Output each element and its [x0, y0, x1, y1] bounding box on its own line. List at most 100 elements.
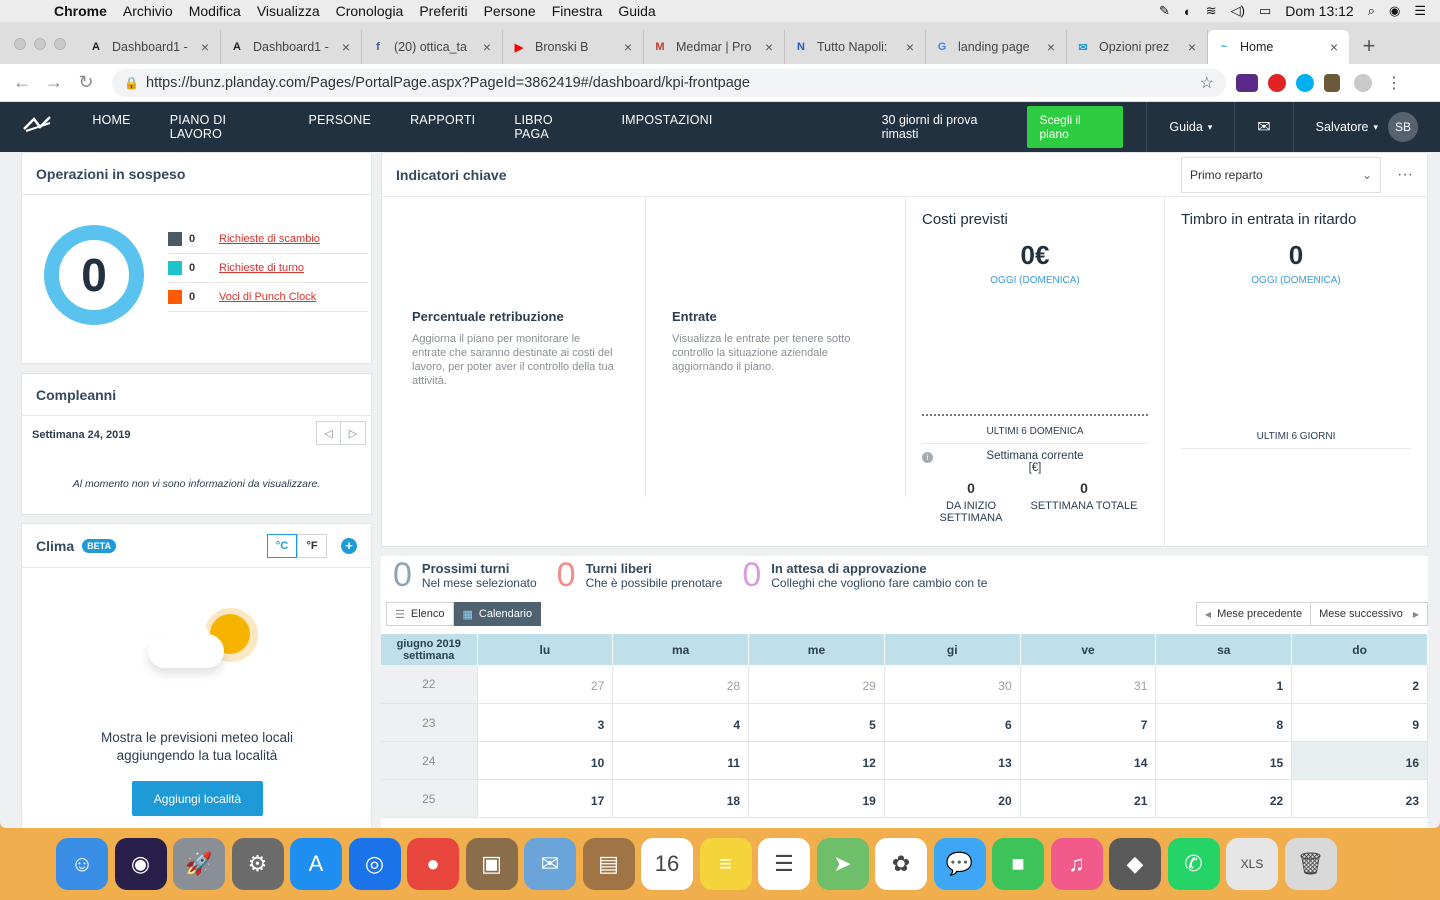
browser-tab[interactable]: f (20) ottica_ta ×: [362, 30, 503, 64]
launchpad-dock-icon[interactable]: 🚀: [173, 838, 225, 890]
calendar-day-cell[interactable]: 9: [1291, 703, 1428, 742]
calendar-day-cell[interactable]: 5: [748, 703, 885, 742]
browser-tab[interactable]: Glanding page ×: [926, 30, 1067, 64]
forward-icon[interactable]: →: [38, 72, 70, 93]
menu-finestra[interactable]: Finestra: [552, 3, 603, 19]
nav-item[interactable]: HOME: [92, 113, 130, 141]
siri-dock-icon[interactable]: ◉: [114, 838, 167, 890]
choose-plan-button[interactable]: Scegli il piano: [1027, 106, 1124, 148]
address-bar[interactable]: 🔒 https://bunz.planday.com/Pages/PortalP…: [112, 68, 1226, 97]
reminders-dock-icon[interactable]: ☰: [758, 838, 810, 890]
new-tab-button[interactable]: +: [1349, 30, 1389, 64]
browser-tab[interactable]: ▶ Bronski B ×: [503, 30, 644, 64]
preview-dock-icon[interactable]: ▣: [465, 838, 518, 890]
calendar-day-cell[interactable]: 16: [1291, 741, 1428, 780]
calendar-day-cell[interactable]: 30: [884, 665, 1021, 704]
menu-preferiti[interactable]: Preferiti: [419, 3, 467, 19]
app-store-dock-icon[interactable]: A: [290, 838, 342, 890]
calendar-day-cell[interactable]: 21: [1020, 779, 1157, 818]
close-tab-icon[interactable]: ×: [198, 39, 212, 55]
extension-icon[interactable]: [1236, 73, 1258, 92]
maps-dock-icon[interactable]: ➤: [816, 838, 869, 890]
chrome-dock-icon[interactable]: ●: [407, 838, 459, 890]
opera-extension-icon[interactable]: [1268, 73, 1286, 92]
contrast-icon[interactable]: ◐: [1184, 4, 1192, 19]
nav-item[interactable]: IMPOSTAZIONI: [622, 113, 713, 141]
spotlight-search-icon[interactable]: ⌕: [1368, 3, 1375, 19]
prev-week-button[interactable]: ◁: [316, 421, 341, 445]
calendar-day-cell[interactable]: 7: [1020, 703, 1157, 742]
more-options-icon[interactable]: ···: [1397, 166, 1413, 184]
nav-item[interactable]: PIANO DI LAVORO: [170, 113, 270, 141]
trash-dock-icon[interactable]: 🗑: [1284, 838, 1337, 890]
calendar-day-cell[interactable]: 15: [1155, 741, 1293, 780]
xls-file-dock-icon[interactable]: XLS: [1226, 838, 1278, 890]
close-tab-icon[interactable]: ×: [762, 39, 776, 55]
pending-link[interactable]: Richieste di scambio: [219, 233, 320, 245]
reload-icon[interactable]: ↻: [70, 72, 102, 93]
browser-tab[interactable]: A Dashboard1 - ×: [221, 30, 362, 64]
close-tab-icon[interactable]: ×: [339, 39, 353, 55]
tableplus-dock-icon[interactable]: ◆: [1109, 838, 1161, 890]
calendar-day-cell[interactable]: 13: [884, 741, 1021, 780]
calendar-day-cell[interactable]: 17: [477, 779, 614, 818]
bookmark-star-icon[interactable]: ☆: [1200, 73, 1214, 93]
pending-link[interactable]: Richieste di turno: [219, 262, 304, 274]
profile-icon[interactable]: [1354, 73, 1372, 92]
system-preferences-dock-icon[interactable]: ⚙: [231, 838, 284, 890]
menu-visualizza[interactable]: Visualizza: [257, 3, 320, 19]
calendar-day-cell[interactable]: 31: [1020, 665, 1157, 704]
safari-dock-icon[interactable]: ◎: [348, 838, 401, 890]
close-tab-icon[interactable]: ×: [903, 39, 917, 55]
add-location-button[interactable]: Aggiungi località: [132, 781, 263, 816]
notes-dock-icon[interactable]: ≡: [699, 838, 752, 890]
close-tab-icon[interactable]: ×: [1185, 39, 1199, 55]
calendar-day-cell[interactable]: 27: [477, 665, 614, 704]
calendar-day-cell[interactable]: 1: [1155, 665, 1293, 704]
skype-extension-icon[interactable]: [1296, 73, 1314, 92]
finder-dock-icon[interactable]: ☺: [56, 838, 108, 890]
pending-link[interactable]: Voci di Punch Clock: [219, 291, 316, 303]
info-icon[interactable]: i: [922, 452, 933, 463]
calendar-view-button[interactable]: ▦ Calendario: [453, 602, 542, 626]
celsius-button[interactable]: °C: [267, 533, 297, 558]
list-view-button[interactable]: ☰ Elenco: [386, 602, 454, 626]
zoom-window-button[interactable]: [54, 38, 66, 50]
calendar-day-cell[interactable]: 3: [477, 703, 614, 742]
minimize-window-button[interactable]: [34, 38, 46, 50]
calendar-day-cell[interactable]: 19: [748, 779, 885, 818]
calendar-day-cell[interactable]: 29: [748, 665, 885, 704]
photos-dock-icon[interactable]: ✿: [875, 838, 927, 890]
calendar-day-cell[interactable]: 28: [612, 665, 750, 704]
chrome-menu-icon[interactable]: ⋮: [1386, 73, 1402, 93]
back-icon[interactable]: ←: [6, 72, 38, 93]
whatsapp-dock-icon[interactable]: ✆: [1167, 838, 1220, 890]
browser-tab[interactable]: ✉ Opzioni prez ×: [1067, 30, 1208, 64]
messages-icon[interactable]: ✉: [1235, 102, 1292, 152]
battery-icon[interactable]: ▭: [1259, 3, 1271, 19]
calendar-day-cell[interactable]: 11: [612, 741, 750, 780]
nav-item[interactable]: LIBRO PAGA: [514, 113, 582, 141]
wifi-icon[interactable]: ≋: [1206, 3, 1217, 19]
menu-chrome[interactable]: Chrome: [54, 3, 107, 19]
close-tab-icon[interactable]: ×: [1044, 39, 1058, 55]
user-menu[interactable]: Salvatore ▾ SB: [1294, 102, 1440, 152]
calendar-day-cell[interactable]: 10: [477, 741, 614, 780]
calendar-day-cell[interactable]: 22: [1155, 779, 1293, 818]
close-window-button[interactable]: [14, 38, 26, 50]
volume-icon[interactable]: ◁): [1231, 3, 1245, 19]
calendar-dock-icon[interactable]: 16: [641, 838, 693, 890]
help-menu[interactable]: Guida ▾: [1147, 102, 1234, 152]
notification-center-icon[interactable]: ☰: [1414, 3, 1426, 19]
calendar-day-cell[interactable]: 6: [884, 703, 1021, 742]
calendar-day-cell[interactable]: 18: [612, 779, 750, 818]
calendar-day-cell[interactable]: 14: [1020, 741, 1157, 780]
contacts-dock-icon[interactable]: ▤: [582, 838, 635, 890]
department-select[interactable]: Primo reparto ⌄: [1181, 156, 1382, 193]
calendar-day-cell[interactable]: 12: [748, 741, 885, 780]
menu-modifica[interactable]: Modifica: [189, 3, 241, 19]
previous-month-button[interactable]: ◀ Mese precedente: [1195, 602, 1312, 626]
facetime-dock-icon[interactable]: ■: [992, 838, 1044, 890]
calendar-day-cell[interactable]: 4: [612, 703, 750, 742]
close-tab-icon[interactable]: ×: [621, 39, 635, 55]
